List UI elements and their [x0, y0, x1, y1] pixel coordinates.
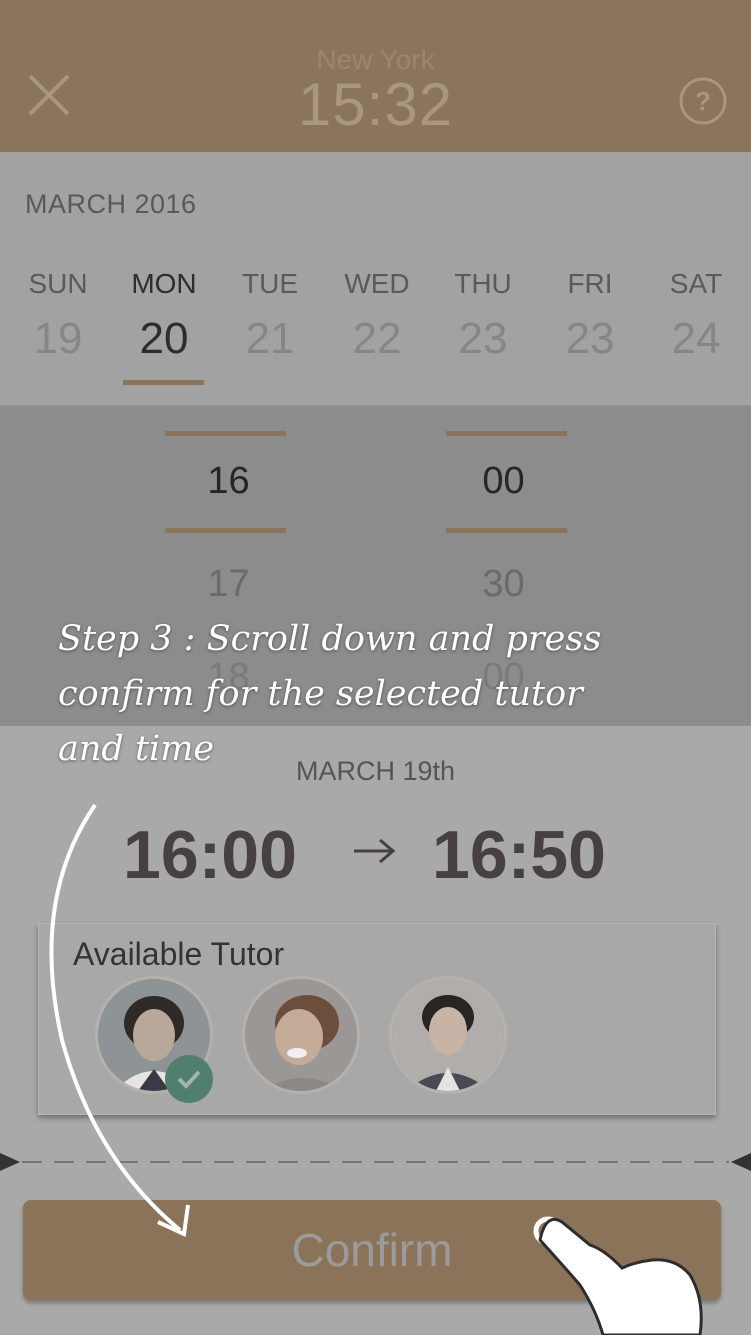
tutorial-overlay: [49, 803, 703, 1335]
curved-arrow-icon: [49, 803, 190, 1237]
tap-hand-icon: [533, 1216, 703, 1335]
